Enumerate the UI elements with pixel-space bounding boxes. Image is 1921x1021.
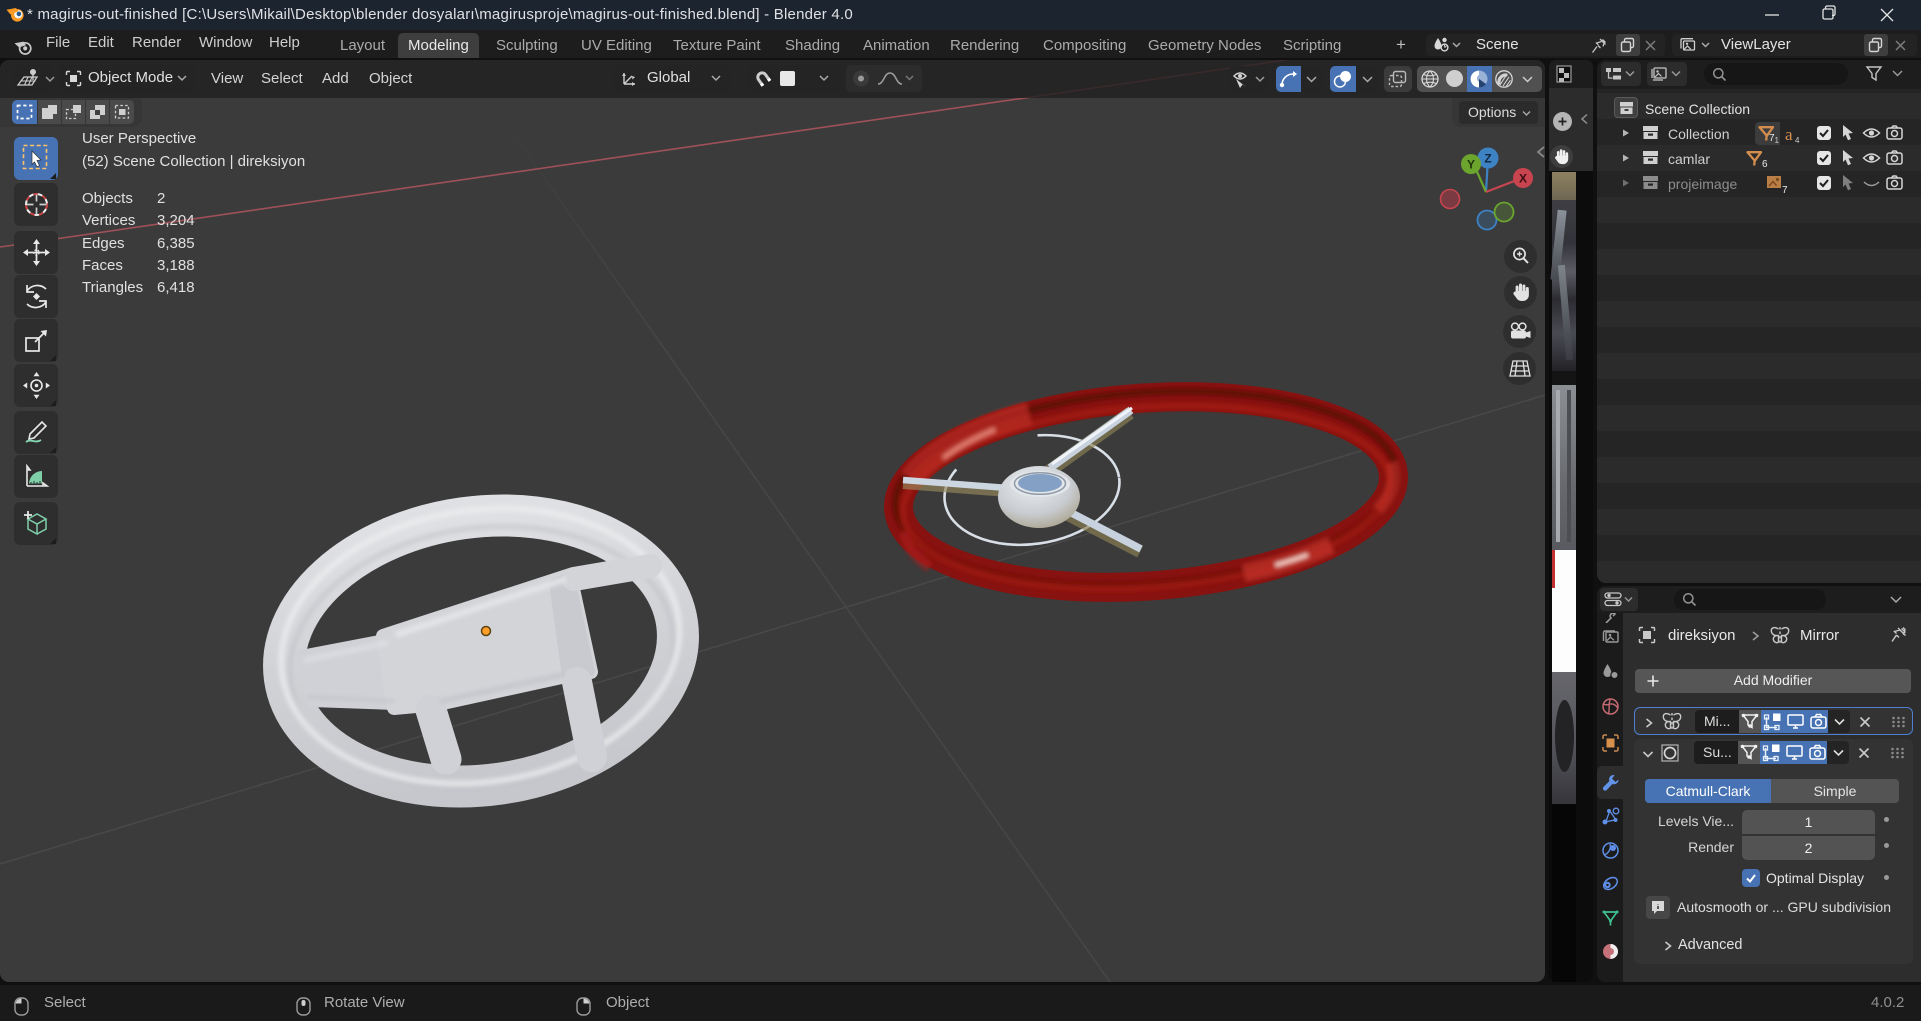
svg-text:6: 6 bbox=[1762, 159, 1768, 169]
svg-text:4: 4 bbox=[1795, 136, 1800, 144]
svg-text:7: 7 bbox=[1782, 185, 1788, 194]
svg-text:X: X bbox=[1519, 172, 1527, 186]
svg-text:Y: Y bbox=[1467, 158, 1475, 172]
svg-text:1: 1 bbox=[1775, 136, 1780, 144]
svg-text:Z: Z bbox=[1484, 152, 1491, 166]
svg-text:a: a bbox=[1785, 125, 1793, 144]
